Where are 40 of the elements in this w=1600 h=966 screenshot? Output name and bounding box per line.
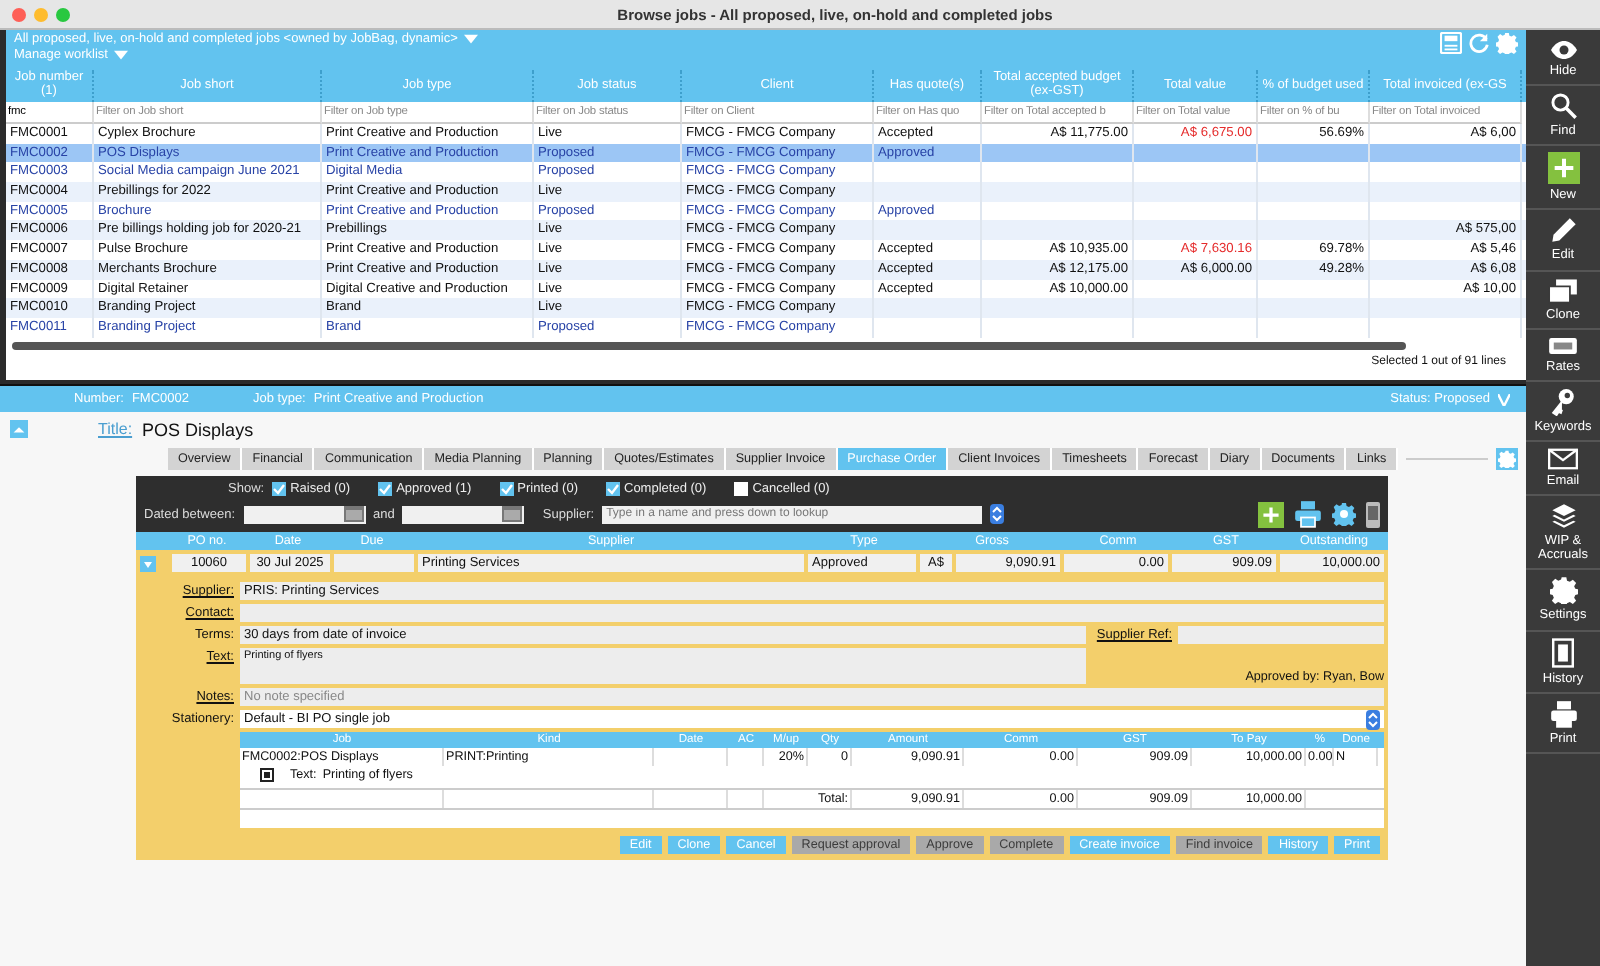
caret-icon	[463, 34, 478, 44]
chevron-icon[interactable]	[1498, 393, 1510, 405]
date-field[interactable]	[402, 505, 525, 523]
supplier-ref-field[interactable]	[1178, 626, 1384, 644]
checkbox[interactable]	[378, 482, 393, 496]
add-icon[interactable]	[1258, 501, 1284, 527]
stacked-squares-icon	[1548, 277, 1578, 304]
calendar-icon[interactable]	[343, 506, 364, 522]
calendar-icon[interactable]	[502, 506, 523, 522]
expand-icon[interactable]	[140, 555, 156, 571]
card-icon	[1548, 335, 1578, 356]
checkbox[interactable]	[272, 482, 287, 496]
eye-icon	[1549, 40, 1577, 60]
save-icon[interactable]	[1440, 32, 1462, 54]
settings-icon[interactable]	[1332, 502, 1356, 526]
collapse-icon[interactable]	[10, 420, 28, 438]
printer-icon	[1549, 699, 1577, 728]
document-icon	[1552, 637, 1574, 668]
refresh-icon[interactable]	[1468, 32, 1490, 54]
checkbox[interactable]	[606, 482, 620, 496]
title-label: Title:	[98, 420, 133, 438]
note-icon[interactable]	[260, 768, 274, 782]
layers-icon	[1549, 502, 1577, 531]
job-title: POS Displays	[142, 419, 254, 439]
checkbox[interactable]	[499, 482, 514, 496]
key-icon	[1550, 387, 1576, 416]
pencil-icon	[1549, 216, 1577, 245]
stepper-icon[interactable]	[990, 504, 1005, 524]
caret-icon	[113, 50, 128, 60]
printer-icon	[1294, 500, 1322, 528]
search-icon	[1549, 92, 1577, 121]
date-field[interactable]	[243, 505, 366, 523]
contact-field[interactable]	[240, 604, 1384, 622]
table-cell	[334, 554, 414, 572]
close-button[interactable]	[12, 7, 26, 21]
phone-icon[interactable]	[1366, 501, 1380, 527]
checkbox[interactable]	[734, 482, 749, 496]
gear-icon[interactable]	[1549, 576, 1577, 605]
envelope-icon	[1548, 447, 1578, 470]
plus-icon	[1547, 152, 1579, 185]
